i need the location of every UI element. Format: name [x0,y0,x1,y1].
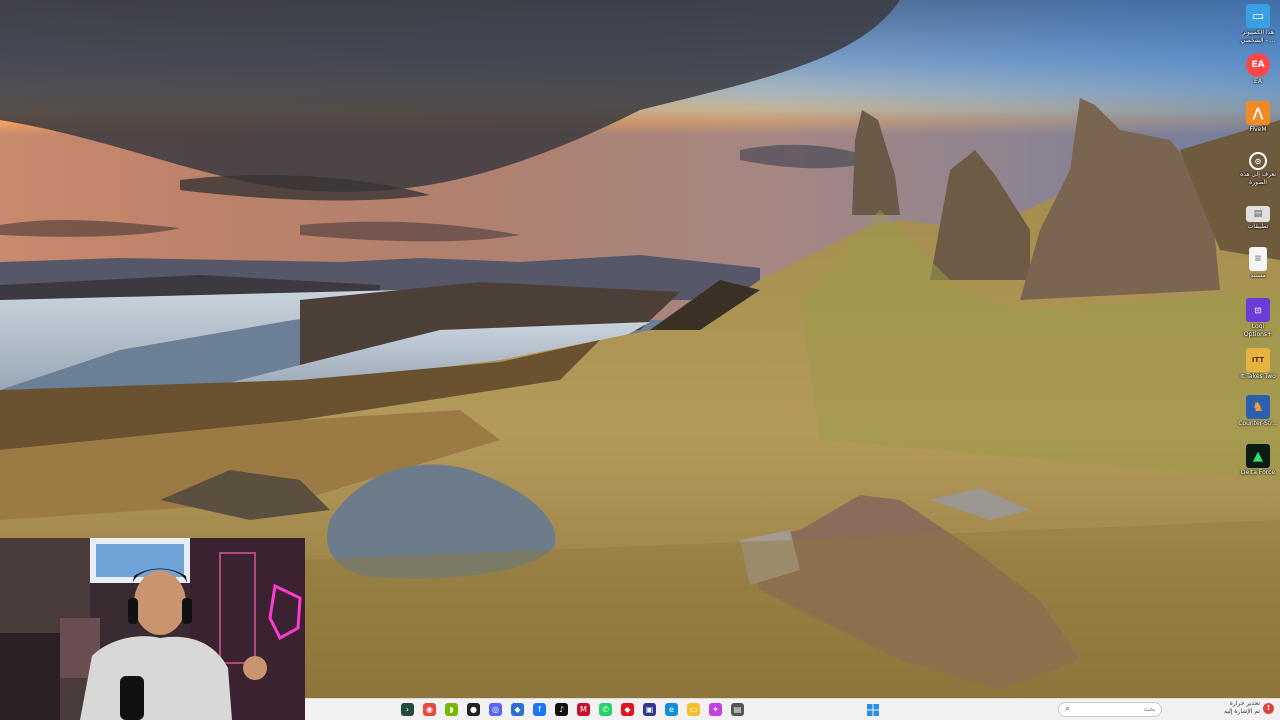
red-app-icon[interactable]: ◆ [621,703,634,716]
search-icon: ⌕ [1065,704,1071,714]
file-explorer-icon[interactable]: ▭ [687,703,700,716]
desktop-icon-logi-options[interactable]: ⊡ Logi Options+ [1238,298,1278,338]
tray-notification-text: تحذير حرارة تم الإشارة إليه [1224,700,1260,716]
desktop-icon-column: ▭ هذا الكمبيوتر الشخصي - ... EA EA ⋀ Fiv… [1236,0,1280,700]
fivem-icon: ⋀ [1246,101,1270,125]
document-icon: ≡ [1249,247,1267,271]
tray-line-1: تحذير حرارة [1229,700,1260,707]
chrome-icon[interactable]: ◉ [423,703,436,716]
nvidia-icon[interactable]: ◗ [445,703,458,716]
github-icon[interactable]: ● [467,703,480,716]
desktop-icon-label: مستند [1250,272,1266,279]
it-takes-two-icon: ITT [1246,348,1270,372]
notepad-icon[interactable]: ▤ [731,703,744,716]
desktop-icon-label: Logi [1251,323,1265,330]
desktop-icon-delta-force[interactable]: ▲ Delta Force [1238,444,1278,476]
copilot-icon[interactable]: ✦ [709,703,722,716]
desktop-icon-counter-strike[interactable]: ♞ Counter-Str... [1238,395,1278,427]
desktop-icon-label: تطبيقات [1247,223,1269,230]
learn-about-picture-icon: ⊙ [1249,152,1267,170]
desktop-icon-label-2: الصورة [1249,179,1267,186]
desktop-icon-label-2: الشخصي - ... [1240,37,1276,44]
webcam-feed [0,538,305,720]
system-tray[interactable]: تحذير حرارة تم الإشارة إليه ! [1224,700,1274,716]
edge-icon[interactable]: e [665,703,678,716]
desktop-icon-label: EA [1254,78,1262,85]
desktop-icon-label: FiveM [1249,126,1267,133]
desktop-icon-apps[interactable]: ▤ تطبيقات [1238,206,1278,230]
desktop-icon-ea[interactable]: EA EA [1238,53,1278,85]
shield-icon[interactable]: ◆ [511,703,524,716]
app-store-icon[interactable]: ▣ [643,703,656,716]
desktop-icon-label: تعرف إلى هذه [1240,171,1276,178]
desktop-icon-learn-about-picture[interactable]: ⊙ تعرف إلى هذه الصورة [1238,152,1278,186]
facebook-icon[interactable]: f [533,703,546,716]
discord-icon[interactable]: ◎ [489,703,502,716]
counter-strike-icon: ♞ [1246,395,1270,419]
tiktok-icon[interactable]: ♪ [555,703,568,716]
apps-folder-icon: ▤ [1246,206,1270,222]
desktop-icon-fivem[interactable]: ⋀ FiveM [1238,101,1278,133]
taskbar: › ◉ ◗ ● ◎ ◆ f ♪ M ✆ ◆ ▣ e ▭ ✦ ▤ ⌕ تحذير حرارة تم الإشار… [305,698,1280,720]
logi-options-icon: ⊡ [1246,298,1270,322]
ea-app-icon: EA [1246,53,1270,77]
search-input[interactable] [1093,705,1157,714]
desktop-icon-label: Counter-Str... [1238,420,1278,427]
tray-line-2: تم الإشارة إليه [1224,708,1260,715]
mcafee-icon[interactable]: M [577,703,590,716]
desktop-icon-label: هذا الكمبيوتر [1242,29,1274,36]
this-pc-icon: ▭ [1246,4,1270,28]
whatsapp-icon[interactable]: ✆ [599,703,612,716]
webcam-overlay [0,538,305,720]
desktop-icon-label-2: Options+ [1243,331,1273,338]
desktop-icon-document[interactable]: ≡ مستند [1238,247,1278,279]
windows-start-icon[interactable] [866,703,879,716]
desktop-icon-label: Delta Force [1240,469,1276,476]
desktop-icon-it-takes-two[interactable]: ITT It Takes Two [1238,348,1278,380]
desktop-icon-this-pc[interactable]: ▭ هذا الكمبيوتر الشخصي - ... [1238,4,1278,44]
delta-force-icon: ▲ [1246,444,1270,468]
terminal-icon[interactable]: › [401,703,414,716]
taskbar-search[interactable]: ⌕ [1058,702,1162,717]
warning-icon[interactable]: ! [1263,702,1274,714]
desktop-icon-label: It Takes Two [1240,373,1276,380]
